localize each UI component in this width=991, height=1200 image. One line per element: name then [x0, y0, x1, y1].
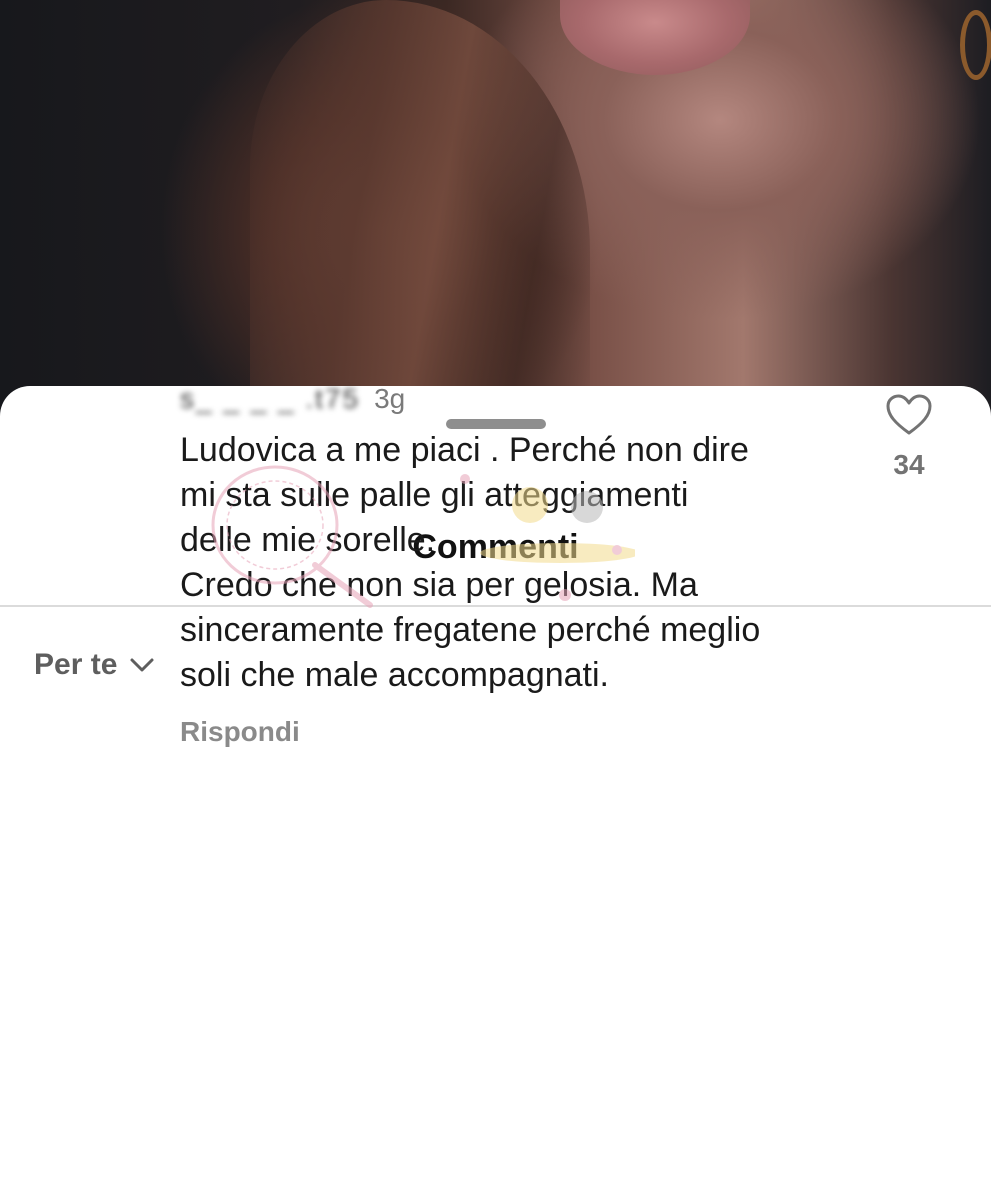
comment-username[interactable]: s_ _ _ _ .t75: [180, 382, 360, 416]
reply-button[interactable]: Rispondi: [180, 716, 300, 748]
comment-item: s_ _ _ _ .t75 3g Ludovica a me piaci . P…: [180, 382, 860, 748]
photo-lips-region: [560, 0, 750, 75]
like-button[interactable]: 34: [884, 393, 934, 481]
sort-label: Per te: [34, 648, 118, 681]
like-count: 34: [893, 449, 925, 480]
chevron-down-icon: [130, 658, 154, 672]
post-photo: [0, 0, 991, 420]
comment-text: Ludovica a me piaci . Perché non dire mi…: [180, 431, 761, 694]
sort-dropdown[interactable]: Per te: [34, 648, 155, 682]
comment-meta: s_ _ _ _ .t75 3g: [180, 382, 860, 416]
photo-hair-region: [250, 0, 590, 420]
comment-age: 3g: [374, 383, 406, 414]
photo-earring-region: [960, 10, 991, 80]
heart-outline-icon: [886, 394, 932, 435]
